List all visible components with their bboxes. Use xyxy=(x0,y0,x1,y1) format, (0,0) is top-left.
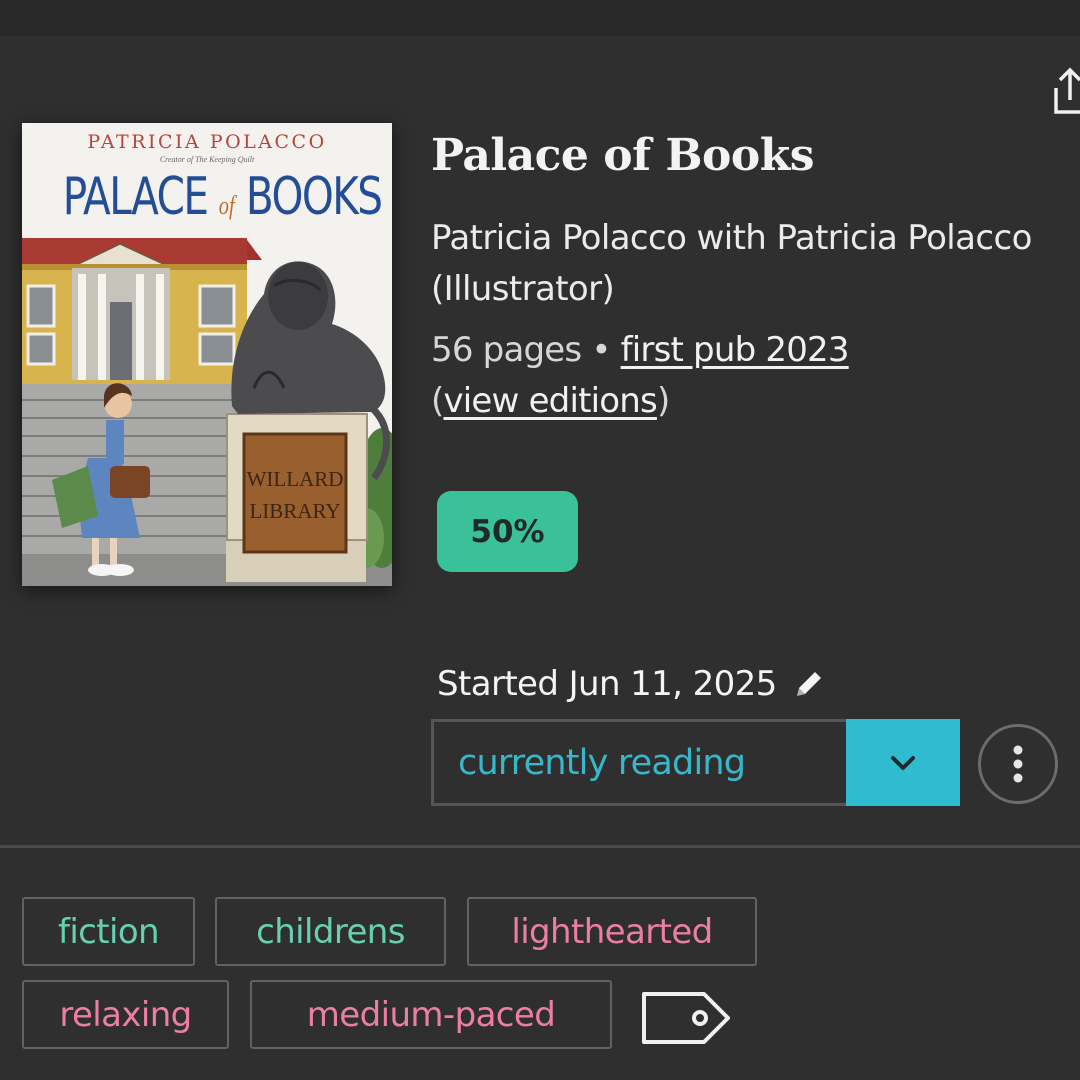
plaque-line2: LIBRARY xyxy=(249,499,340,523)
tag-childrens[interactable]: childrens xyxy=(215,897,446,966)
cover-title-part1: PALACE xyxy=(62,167,209,227)
cover-illustration: WILLARD LIBRARY xyxy=(22,238,392,586)
tag-relaxing[interactable]: relaxing xyxy=(22,980,229,1049)
plaque-line1: WILLARD xyxy=(247,467,344,491)
cover-title: PALACE of BOOKS xyxy=(62,167,383,227)
tag-icon xyxy=(642,992,730,1044)
paren-open: ( xyxy=(431,381,444,421)
started-label: Started Jun 11, 2025 xyxy=(437,664,777,704)
book-meta: 56 pages • first pub 2023 (view editions… xyxy=(431,325,1051,427)
share-button[interactable] xyxy=(1050,64,1080,116)
cover-author: PATRICIA POLACCO xyxy=(87,131,327,153)
cover-title-part2: BOOKS xyxy=(245,167,383,227)
cover-tagline: Creator of The Keeping Quilt xyxy=(159,155,255,164)
started-date: Started Jun 11, 2025 xyxy=(437,664,829,704)
share-icon xyxy=(1054,67,1080,114)
tag-medium-paced[interactable]: medium-paced xyxy=(250,980,612,1049)
paren-close: ) xyxy=(656,381,670,421)
progress-badge[interactable]: 50% xyxy=(437,491,578,572)
chevron-down-icon xyxy=(891,755,915,770)
top-bar xyxy=(0,0,1080,36)
book-cover[interactable]: PATRICIA POLACCO Creator of The Keeping … xyxy=(22,123,392,586)
book-title: Palace of Books xyxy=(431,130,814,181)
more-options-button[interactable] xyxy=(978,724,1058,804)
meta-separator: • xyxy=(591,330,611,370)
vertical-dots-icon xyxy=(1013,745,1023,783)
first-pub-link[interactable]: first pub 2023 xyxy=(621,330,850,370)
pencil-icon xyxy=(796,672,821,696)
status-dropdown-button[interactable] xyxy=(846,719,960,806)
add-tag-button[interactable] xyxy=(640,990,732,1046)
cover-title-of: of xyxy=(218,191,235,220)
section-divider xyxy=(0,845,1080,848)
tag-lighthearted[interactable]: lighthearted xyxy=(467,897,757,966)
page-count: 56 pages xyxy=(431,330,582,370)
edit-date-button[interactable] xyxy=(789,664,829,704)
book-contributors: Patricia Polacco with Patricia Polacco (… xyxy=(431,218,1032,309)
tag-fiction[interactable]: fiction xyxy=(22,897,195,966)
reading-status-select[interactable]: currently reading xyxy=(431,719,847,806)
view-editions-link[interactable]: view editions xyxy=(443,381,657,421)
